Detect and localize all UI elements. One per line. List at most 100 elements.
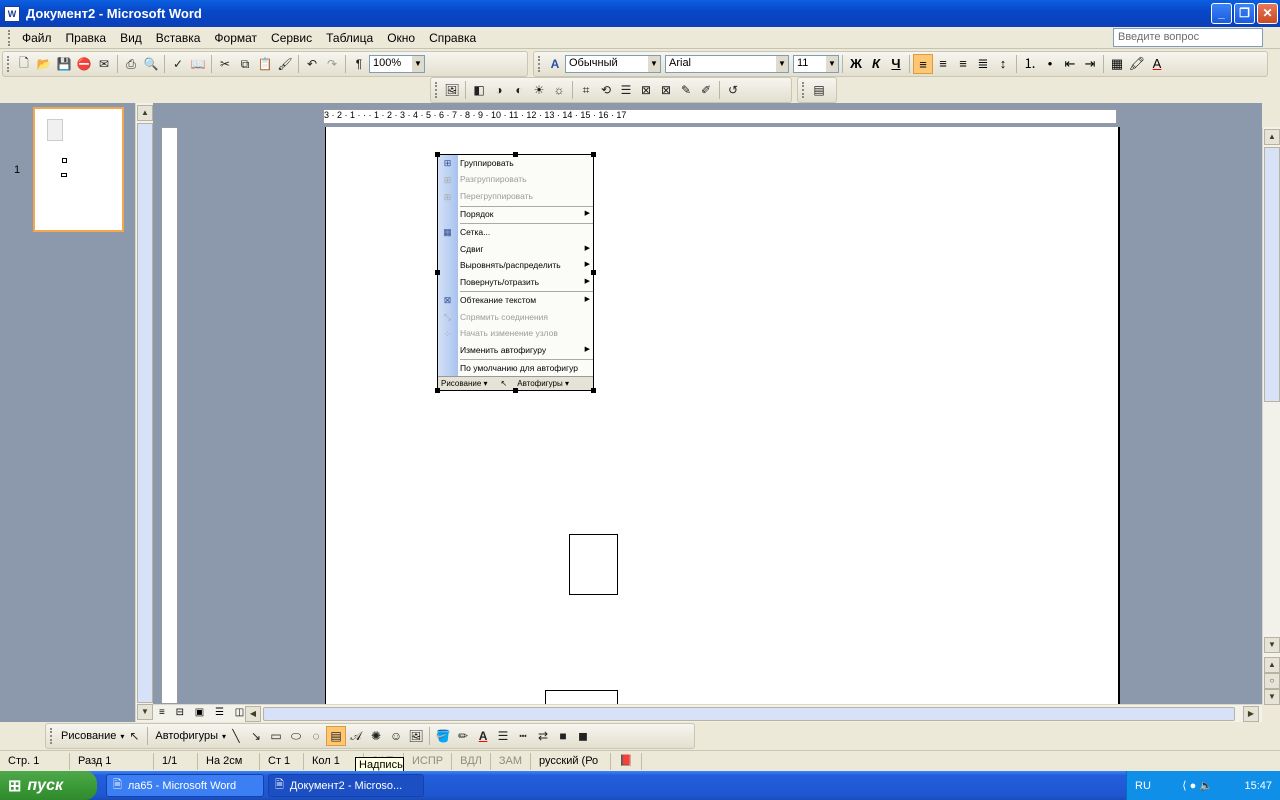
menu-tools[interactable]: Сервис xyxy=(264,31,319,45)
document-hscrollbar[interactable]: ≡ ⊟ ▣ ☰ ◫ ◀ ▶ xyxy=(153,704,1262,722)
scroll-left-icon[interactable]: ◀ xyxy=(245,706,261,722)
document-vscrollbar[interactable]: ▲ ▼ ▲ ○ ▼ xyxy=(1262,127,1280,705)
scroll-down-icon[interactable]: ▼ xyxy=(1264,637,1280,653)
toolbar-grip[interactable] xyxy=(435,82,438,98)
draw-menu-button[interactable]: Рисование xyxy=(57,730,120,742)
selection-handle[interactable] xyxy=(513,388,518,393)
text-wrapping-icon[interactable]: ⊠ xyxy=(656,80,676,100)
dash-style-icon[interactable]: ┅ xyxy=(513,726,533,746)
selection-handle[interactable] xyxy=(435,388,440,393)
vertical-ruler[interactable] xyxy=(161,127,178,704)
toolbar-grip[interactable] xyxy=(50,728,53,744)
text-box-icon[interactable]: ▤ xyxy=(326,726,347,746)
reset-picture-icon[interactable]: ↺ xyxy=(723,80,743,100)
fill-color-icon[interactable]: 🪣 xyxy=(433,726,453,746)
styles-pane-icon[interactable]: A xyxy=(545,54,565,74)
rotate-icon[interactable]: ⟲ xyxy=(596,80,616,100)
font-combo[interactable]: Arial ▼ xyxy=(665,55,789,73)
menu-help[interactable]: Справка xyxy=(422,31,483,45)
less-brightness-icon[interactable]: ☼ xyxy=(549,80,569,100)
close-button[interactable]: ✕ xyxy=(1257,3,1278,24)
menu-file[interactable]: Файл xyxy=(15,31,59,45)
word-app-icon[interactable]: W xyxy=(4,5,20,22)
research-icon[interactable]: 📖 xyxy=(188,54,208,74)
menu-insert[interactable]: Вставка xyxy=(149,31,208,45)
insert-picture-icon[interactable]: 🖼 xyxy=(442,80,462,100)
paste-icon[interactable]: 📋 xyxy=(255,54,275,74)
thumbnail-scrollbar[interactable]: ▲ ▼ xyxy=(135,103,153,722)
toolbar-grip[interactable] xyxy=(538,56,541,72)
more-contrast-icon[interactable]: ◑ xyxy=(489,80,509,100)
arrow-style-icon[interactable]: ⇄ xyxy=(533,726,553,746)
selection-handle[interactable] xyxy=(591,270,596,275)
start-button[interactable]: ⊞ пуск xyxy=(0,771,97,800)
format-painter-icon[interactable]: 🖌 xyxy=(275,54,295,74)
arrow-icon[interactable]: ↘ xyxy=(246,726,266,746)
cut-icon[interactable]: ✂ xyxy=(215,54,235,74)
diagram-icon[interactable]: ✺ xyxy=(366,726,386,746)
style-combo[interactable]: Обычный ▼ xyxy=(565,55,661,73)
menu-grip[interactable] xyxy=(8,29,11,46)
status-ovr[interactable]: ЗАМ xyxy=(491,752,532,770)
oval-icon[interactable]: ⬭ xyxy=(286,726,306,746)
less-contrast-icon[interactable]: ◐ xyxy=(509,80,529,100)
chevron-down-icon[interactable]: ▼ xyxy=(412,56,424,72)
scroll-thumb[interactable] xyxy=(137,123,153,703)
selection-handle[interactable] xyxy=(435,270,440,275)
chevron-down-icon[interactable]: ▼ xyxy=(826,56,838,72)
horizontal-ruler[interactable]: 3 · 2 · 1 · · · 1 · 2 · 3 · 4 · 5 · 6 · … xyxy=(153,107,1262,127)
italic-button[interactable]: К xyxy=(866,54,886,74)
compress-icon[interactable]: ⊠ xyxy=(636,80,656,100)
circle-icon[interactable]: ◌ xyxy=(306,726,326,746)
select-objects-icon[interactable]: ↖ xyxy=(124,726,144,746)
help-question-input[interactable]: Введите вопрос xyxy=(1113,28,1263,47)
browse-object-icon[interactable]: ○ xyxy=(1264,673,1280,689)
decrease-indent-icon[interactable]: ⇤ xyxy=(1060,54,1080,74)
menu-table[interactable]: Таблица xyxy=(319,31,380,45)
undo-icon[interactable]: ↶ xyxy=(302,54,322,74)
line-style-icon[interactable]: ☰ xyxy=(616,80,636,100)
clip-art-icon[interactable]: ☺ xyxy=(386,726,406,746)
font-color-icon[interactable]: A xyxy=(473,726,493,746)
minimize-button[interactable]: _ xyxy=(1211,3,1232,24)
permission-icon[interactable]: ⛔ xyxy=(74,54,94,74)
selection-handle[interactable] xyxy=(591,152,596,157)
3d-icon[interactable]: ◼ xyxy=(573,726,593,746)
next-page-icon[interactable]: ▼ xyxy=(1264,689,1280,705)
borders-icon[interactable]: ▦ xyxy=(1107,54,1127,74)
line-icon[interactable]: ╲ xyxy=(226,726,246,746)
justify-icon[interactable]: ≣ xyxy=(973,54,993,74)
taskbar-item-doc2[interactable]: 🗎 Документ2 - Microso... xyxy=(268,774,424,797)
new-icon[interactable]: 🗋 xyxy=(14,54,34,74)
rectangle-icon[interactable]: ▭ xyxy=(266,726,286,746)
selection-handle[interactable] xyxy=(435,152,440,157)
align-left-icon[interactable]: ≡ xyxy=(913,54,933,74)
view-buttons[interactable]: ≡ ⊟ ▣ ☰ ◫ xyxy=(159,707,248,718)
reading-layout-icon[interactable]: ▤ xyxy=(809,80,829,100)
print-preview-icon[interactable]: 🔍 xyxy=(141,54,161,74)
taskbar-item-la65[interactable]: 🗎 ла65 - Microsoft Word xyxy=(106,774,264,797)
autoshapes-button[interactable]: Автофигуры xyxy=(151,730,222,742)
format-picture-icon[interactable]: ✎ xyxy=(676,80,696,100)
line-style-icon[interactable]: ☰ xyxy=(493,726,513,746)
scroll-right-icon[interactable]: ▶ xyxy=(1243,706,1259,722)
toolbar-grip[interactable] xyxy=(7,56,10,72)
crop-icon[interactable]: ⌗ xyxy=(576,80,596,100)
redo-icon[interactable]: ↷ xyxy=(322,54,342,74)
selection-handle[interactable] xyxy=(513,152,518,157)
hscroll-thumb[interactable] xyxy=(263,707,1235,721)
selection-handle[interactable] xyxy=(591,388,596,393)
status-track[interactable]: ИСПР xyxy=(404,752,453,770)
maximize-button[interactable]: ❐ xyxy=(1234,3,1255,24)
underline-button[interactable]: Ч xyxy=(886,54,906,74)
rectangle-shape[interactable] xyxy=(545,690,618,704)
wordart-icon[interactable]: 𝒜 xyxy=(346,726,366,746)
toolbar-grip[interactable] xyxy=(802,82,805,98)
increase-indent-icon[interactable]: ⇥ xyxy=(1080,54,1100,74)
align-center-icon[interactable]: ≡ xyxy=(933,54,953,74)
bullets-icon[interactable]: • xyxy=(1040,54,1060,74)
bold-button[interactable]: Ж xyxy=(846,54,866,74)
spelling-icon[interactable]: ✓ xyxy=(168,54,188,74)
scroll-up-icon[interactable]: ▲ xyxy=(1264,129,1280,145)
copy-icon[interactable]: ⧉ xyxy=(235,54,255,74)
